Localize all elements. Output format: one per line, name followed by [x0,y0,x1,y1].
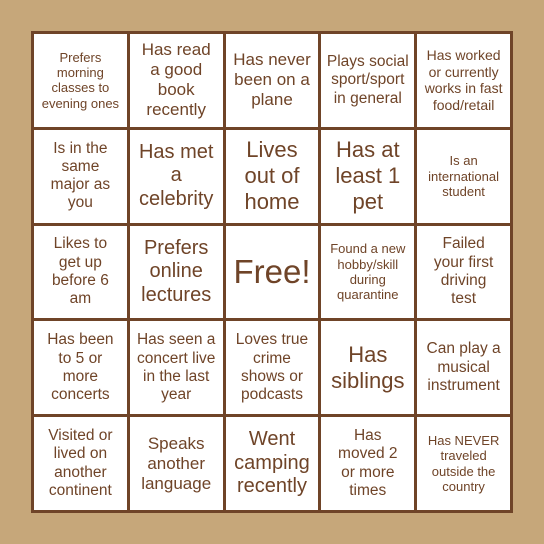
cell-text: Speaks another language [141,433,212,493]
cell-text: Has NEVER traveled outside the country [427,432,500,494]
bingo-cell[interactable]: Visited or lived on another continent [34,417,127,510]
bingo-cell[interactable]: Lives out of home [225,129,319,223]
cell-text: Has siblings [331,341,405,393]
free-space[interactable]: Free! [225,225,319,319]
bingo-cell[interactable]: Prefers online lectures [129,225,223,319]
bingo-cell[interactable]: Is an international student [417,129,510,223]
bingo-cell[interactable]: Plays social sport/sport in general [321,34,415,127]
bingo-cell[interactable]: Has moved 2 or more times [321,417,415,510]
cell-text: Loves true crime shows or podcasts [235,331,309,404]
cell-text: Has at least 1 pet [335,137,401,215]
bingo-cell[interactable]: Has been to 5 or more concerts [34,321,127,415]
cell-text: Has worked or currently works in fast fo… [424,47,503,113]
cell-text: Prefers online lectures [141,236,212,306]
free-space-text: Free! [233,252,311,290]
bingo-cell[interactable]: Has met a celebrity [129,129,223,223]
cell-text: Has moved 2 or more times [338,427,398,499]
bingo-cell[interactable]: Went camping recently [225,417,319,510]
cell-text: Has been to 5 or more concerts [47,331,114,404]
cell-text: Visited or lived on another continent [48,427,113,499]
cell-text: Found a new hobby/skill during quarantin… [330,241,406,303]
bingo-cell[interactable]: Loves true crime shows or podcasts [225,321,319,415]
bingo-cell[interactable]: Prefers morning classes to evening ones [34,34,127,127]
bingo-cell[interactable]: Failed your first driving test [417,225,510,319]
bingo-cell[interactable]: Has siblings [321,321,415,415]
cell-text: Went camping recently [234,428,310,498]
cell-text: Has met a celebrity [138,140,214,210]
cell-text: Lives out of home [244,137,300,215]
bingo-cell[interactable]: Has never been on a plane [225,34,319,127]
bingo-cell[interactable]: Has at least 1 pet [321,129,415,223]
cell-text: Is an international student [428,153,499,199]
cell-text: Likes to get up before 6 am [51,235,109,308]
bingo-cell[interactable]: Is in the same major as you [34,129,127,223]
bingo-cell[interactable]: Likes to get up before 6 am [34,225,127,319]
bingo-cell[interactable]: Has worked or currently works in fast fo… [417,34,510,127]
cell-text: Prefers morning classes to evening ones [41,49,120,111]
cell-text: Failed your first driving test [433,235,494,308]
bingo-cell[interactable]: Has NEVER traveled outside the country [417,417,510,510]
bingo-cell[interactable]: Speaks another language [129,417,223,510]
cell-text: Is in the same major as you [50,139,111,212]
cell-text: Has never been on a plane [233,50,311,110]
bingo-cell[interactable]: Can play a musical instrument [417,321,510,415]
cell-text: Has seen a concert live in the last year [136,331,216,404]
cell-text: Has read a good book recently [141,40,211,120]
bingo-cell[interactable]: Has seen a concert live in the last year [129,321,223,415]
cell-text: Can play a musical instrument [426,340,501,394]
cell-text: Plays social sport/sport in general [326,52,409,107]
bingo-cell[interactable]: Found a new hobby/skill during quarantin… [321,225,415,319]
bingo-cell[interactable]: Has read a good book recently [129,34,223,127]
bingo-card: Prefers morning classes to evening ones … [31,31,513,513]
